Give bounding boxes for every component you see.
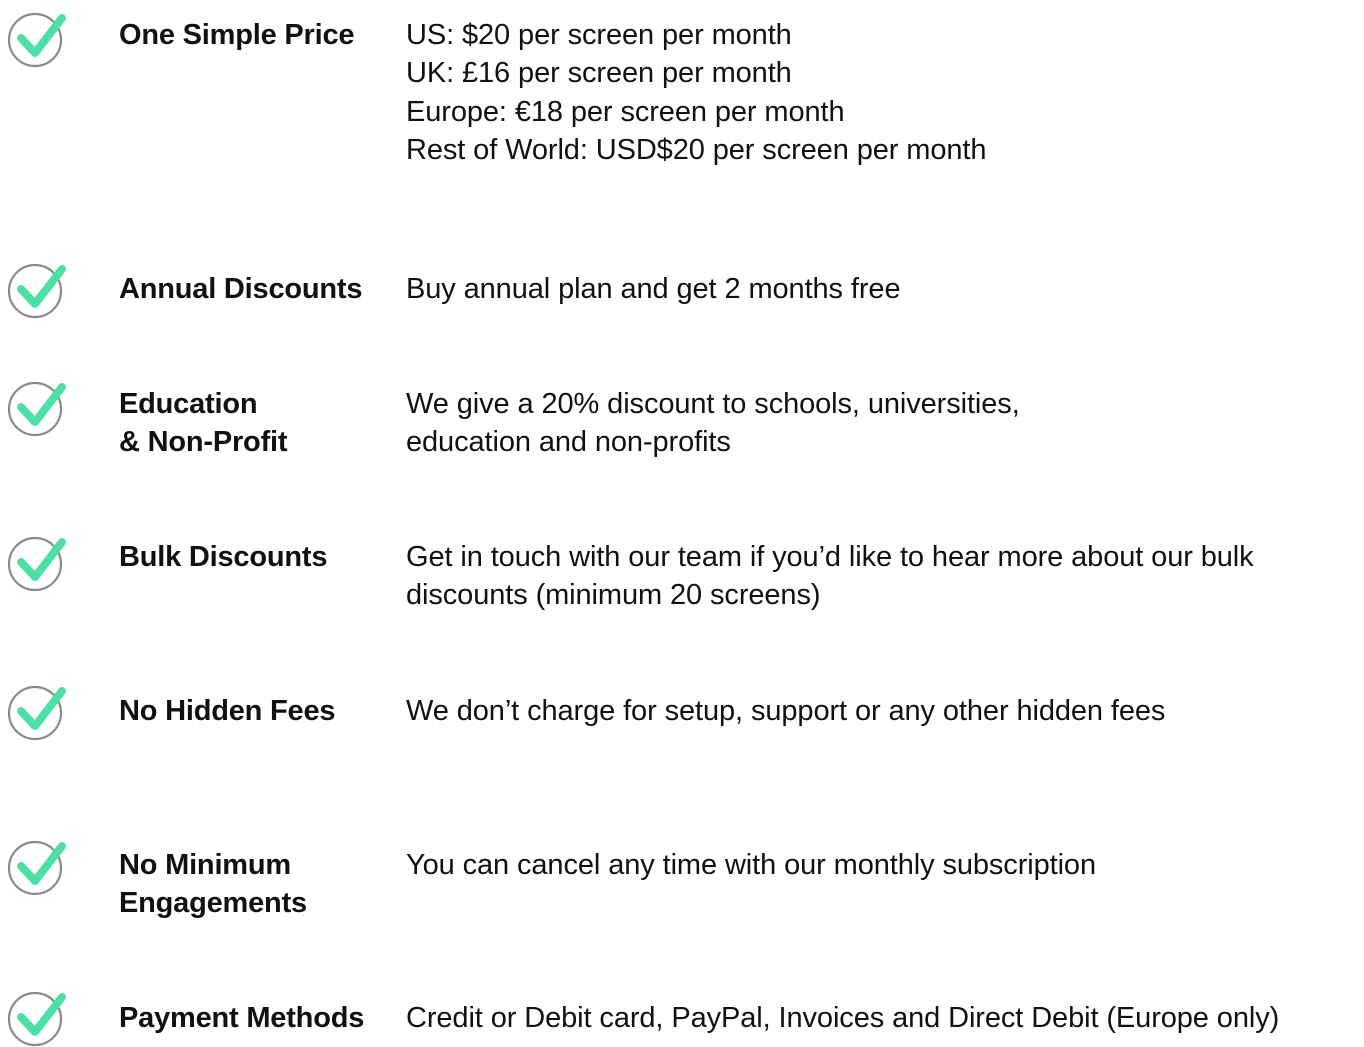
check-circle-icon	[6, 530, 66, 592]
feature-description: Get in touch with our team if you’d like…	[406, 538, 1362, 615]
feature-title-line: & Non-Profit	[119, 426, 288, 458]
feature-description: You can cancel any time with our monthly…	[406, 846, 1362, 884]
check-circle-icon	[6, 375, 66, 437]
feature-description: We give a 20% discount to schools, unive…	[406, 385, 1362, 462]
feature-title-line: Annual Discounts	[119, 273, 363, 305]
feature-description-line: Buy annual plan and get 2 months free	[406, 273, 901, 305]
feature-description-line: Credit or Debit card, PayPal, Invoices a…	[406, 1002, 1280, 1034]
feature-title: One Simple Price	[119, 16, 399, 54]
feature-description-line: You can cancel any time with our monthly…	[406, 849, 1096, 881]
feature-title-line: One Simple Price	[119, 19, 355, 51]
feature-description: US: $20 per screen per month UK: £16 per…	[406, 16, 1362, 169]
feature-title: Education & Non-Profit	[119, 385, 399, 461]
feature-title: No Hidden Fees	[119, 692, 399, 730]
feature-title-line: No Hidden Fees	[119, 695, 336, 727]
feature-title-line: Payment Methods	[119, 1002, 365, 1034]
feature-title-line: Education	[119, 388, 258, 420]
price-rest-of-world: Rest of World: USD$20 per screen per mon…	[406, 133, 987, 166]
feature-title: No Minimum Engagements	[119, 846, 399, 922]
feature-title: Annual Discounts	[119, 270, 399, 308]
feature-description-line: education and non-profits	[406, 426, 731, 459]
check-circle-icon	[6, 985, 66, 1047]
check-circle-icon	[6, 6, 66, 68]
feature-description-line: Get in touch with our team if you’d like…	[406, 541, 1254, 573]
price-us: US: $20 per screen per month	[406, 19, 792, 51]
check-circle-icon	[6, 834, 66, 896]
feature-description: Buy annual plan and get 2 months free	[406, 270, 1362, 308]
price-uk: UK: £16 per screen per month	[406, 57, 792, 90]
check-circle-icon	[6, 257, 66, 319]
check-circle-icon	[6, 679, 66, 741]
feature-title-line: No Minimum	[119, 849, 291, 881]
feature-description: We don’t charge for setup, support or an…	[406, 692, 1362, 730]
feature-description-line: We don’t charge for setup, support or an…	[406, 695, 1166, 727]
feature-title-line: Bulk Discounts	[119, 541, 328, 573]
feature-description-line: discounts (minimum 20 screens)	[406, 579, 821, 612]
price-europe: Europe: €18 per screen per month	[406, 95, 845, 128]
feature-description: Credit or Debit card, PayPal, Invoices a…	[406, 999, 1362, 1037]
feature-title: Payment Methods	[119, 999, 399, 1037]
feature-description-line: We give a 20% discount to schools, unive…	[406, 388, 1020, 420]
feature-title: Bulk Discounts	[119, 538, 399, 576]
feature-title-line: Engagements	[119, 887, 307, 919]
